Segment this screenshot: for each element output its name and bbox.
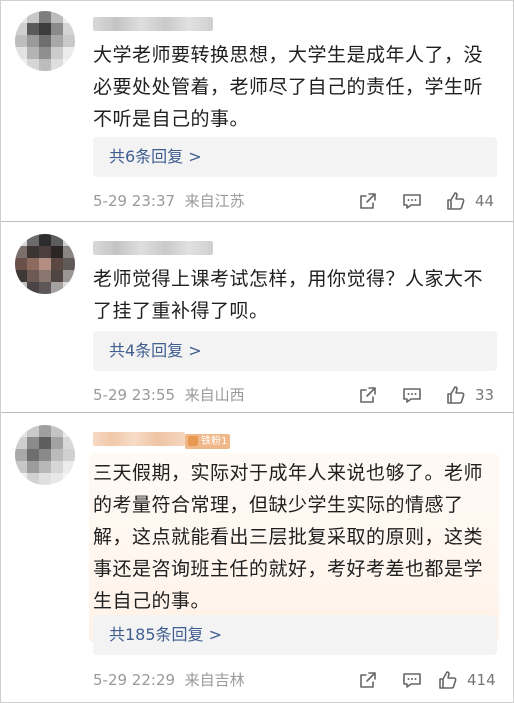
like-icon[interactable] (446, 385, 466, 405)
view-replies-link[interactable]: 共6条回复 > (93, 137, 497, 177)
comment-meta: 5-29 22:29 来自吉林 414 (93, 668, 497, 692)
comment-item: 铁粉1 三天假期，实际对于成年人来说也够了。老师的考量符合常理，但缺少学生实际的… (1, 413, 513, 702)
comment-list: 大学老师要转换思想，大学生是成年人了，没必要处处管着，老师尽了自己的责任，学生听… (0, 0, 514, 703)
fan-badge-icon (188, 436, 198, 446)
view-replies-link[interactable]: 共4条回复 > (93, 331, 497, 371)
comment-meta: 5-29 23:55 来自山西 33 (93, 383, 497, 407)
comment-meta: 5-29 23:37 来自江苏 44 (93, 189, 497, 213)
comment-icon[interactable] (402, 670, 422, 690)
like-count: 414 (467, 671, 496, 689)
comment-icon[interactable] (402, 385, 422, 405)
comment-item: 老师觉得上课考试怎样，用你觉得？人家大不了挂了重补得了呗。 共4条回复 > 5-… (1, 222, 513, 412)
comment-icon[interactable] (402, 191, 422, 211)
timestamp-location: 5-29 23:55 来自山西 (93, 386, 245, 404)
share-icon[interactable] (358, 670, 378, 690)
timestamp-location: 5-29 22:29 来自吉林 (93, 671, 245, 689)
comment-text: 大学老师要转换思想，大学生是成年人了，没必要处处管着，老师尽了自己的责任，学生听… (93, 44, 484, 130)
username-redacted[interactable] (93, 241, 213, 255)
like-icon[interactable] (446, 191, 466, 211)
fan-level-badge: 铁粉1 (185, 434, 231, 449)
avatar[interactable] (15, 425, 75, 485)
share-icon[interactable] (358, 385, 378, 405)
comment-text: 老师觉得上课考试怎样，用你觉得？人家大不了挂了重补得了呗。 (93, 268, 484, 322)
view-replies-link[interactable]: 共185条回复 > (93, 615, 497, 655)
timestamp-location: 5-29 23:37 来自江苏 (93, 192, 245, 210)
avatar[interactable] (15, 11, 75, 71)
like-icon[interactable] (438, 670, 458, 690)
comment-item: 大学老师要转换思想，大学生是成年人了，没必要处处管着，老师尽了自己的责任，学生听… (1, 1, 513, 221)
username-redacted[interactable] (93, 432, 185, 446)
share-icon[interactable] (358, 191, 378, 211)
avatar[interactable] (15, 234, 75, 294)
comment-text: 三天假期，实际对于成年人来说也够了。老师的考量符合常理，但缺少学生实际的情感了解… (93, 462, 484, 612)
like-count: 33 (475, 386, 495, 404)
username-redacted[interactable] (93, 17, 213, 31)
like-count: 44 (475, 192, 495, 210)
